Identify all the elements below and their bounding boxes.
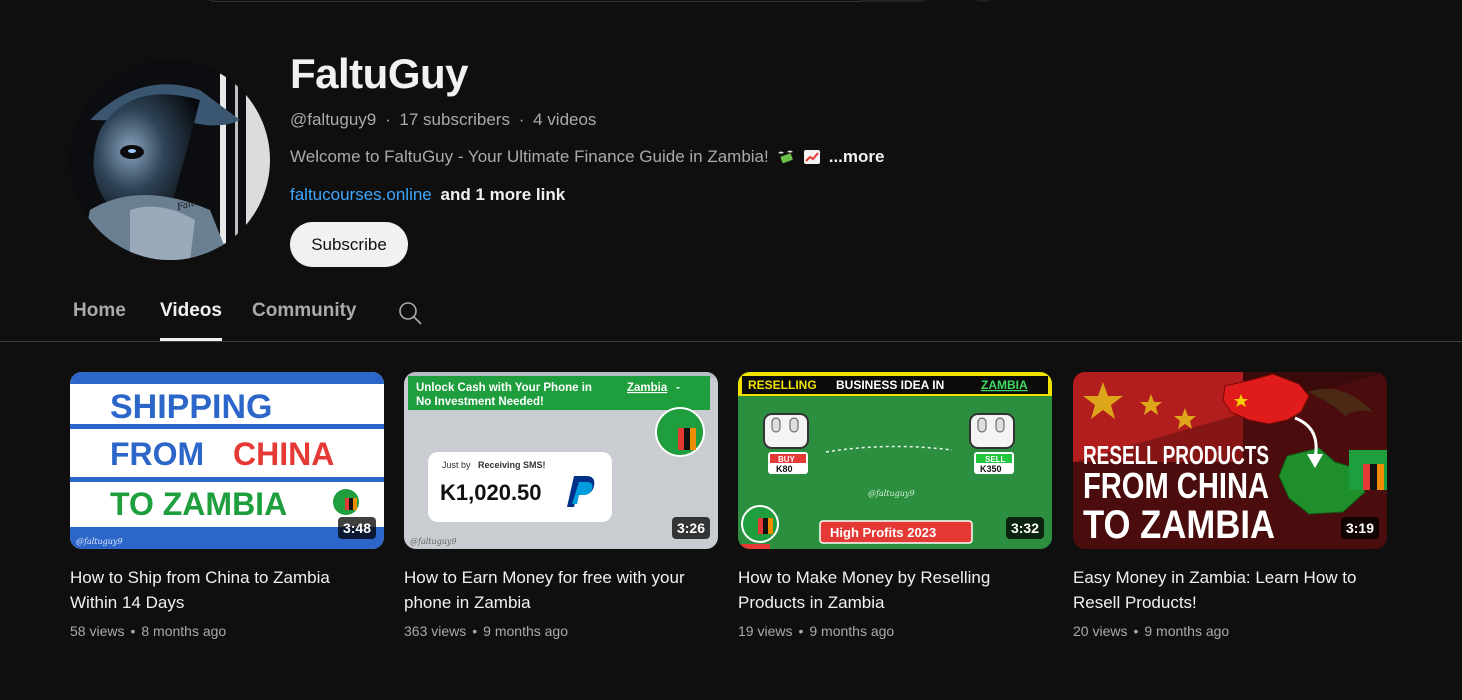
thumb-watermark: @faltuguy9: [868, 489, 915, 498]
search-icon[interactable]: [397, 300, 423, 326]
earbuds-icon: [969, 413, 1015, 449]
channel-handle: @faltuguy9: [290, 110, 377, 129]
thumb-text: -: [676, 382, 680, 394]
video-title[interactable]: How to Make Money by Reselling Products …: [738, 565, 1038, 615]
search-bar[interactable]: [200, 0, 935, 2]
thumb-text: BUSINESS IDEA IN: [836, 378, 944, 392]
video-title[interactable]: Easy Money in Zambia: Learn How to Resel…: [1073, 565, 1373, 615]
view-count: 20 views: [1073, 623, 1128, 639]
thumb-text: Receiving SMS!: [478, 460, 546, 470]
thumb-text: No Investment Needed!: [416, 396, 544, 408]
video-thumbnail[interactable]: RESELL PRODUCTS FROM CHINA TO ZAMBIA 3:1…: [1073, 372, 1387, 549]
video-duration: 3:32: [1005, 517, 1044, 539]
channel-tabs: Home Videos Community: [0, 290, 1462, 342]
view-count: 58 views: [70, 623, 125, 639]
thumb-text: Unlock Cash with Your Phone in: [416, 382, 592, 394]
thumb-text: FROM: [110, 436, 204, 472]
video-meta: 363 views • 9 months ago: [404, 623, 569, 639]
chart-increasing-icon: [803, 149, 821, 165]
video-duration: 3:26: [671, 517, 710, 539]
thumb-text: K80: [776, 464, 793, 474]
channel-description[interactable]: Welcome to FaltuGuy - Your Ultimate Fina…: [290, 147, 884, 167]
upload-age: 9 months ago: [809, 623, 895, 639]
channel-name: FaltuGuy: [290, 50, 469, 97]
channel-meta: @faltuguy9 · 17 subscribers · 4 videos: [290, 110, 596, 130]
description-text: Welcome to FaltuGuy - Your Ultimate Fina…: [290, 147, 769, 166]
thumb-text: TO ZAMBIA: [110, 486, 287, 522]
video-count: 4 videos: [533, 110, 597, 129]
thumb-text: FROM CHINA: [1083, 465, 1269, 506]
earbuds-icon: [763, 413, 809, 449]
video-thumbnail[interactable]: Unlock Cash with Your Phone in Zambia - …: [404, 372, 718, 549]
view-count: 19 views: [738, 623, 793, 639]
zambia-flag-icon: [1349, 450, 1387, 490]
tab-community[interactable]: Community: [252, 300, 357, 341]
upload-age: 8 months ago: [141, 623, 227, 639]
upload-age: 9 months ago: [483, 623, 569, 639]
video-title[interactable]: How to Ship from China to Zambia Within …: [70, 565, 370, 615]
channel-link[interactable]: faltucourses.online: [290, 185, 432, 204]
subscriber-count: 17 subscribers: [399, 110, 510, 129]
thumb-text: SELL: [985, 455, 1006, 464]
tab-home[interactable]: Home: [73, 300, 126, 341]
more-description-button[interactable]: ...more: [829, 147, 885, 167]
thumb-watermark: @faltuguy9: [76, 537, 123, 546]
thumb-text: Zambia: [627, 382, 668, 394]
video-duration: 3:19: [1340, 517, 1379, 539]
video-thumbnail[interactable]: SHIPPING FROM CHINA TO ZAMBIA @faltuguy9…: [70, 372, 384, 549]
video-title[interactable]: How to Earn Money for free with your pho…: [404, 565, 704, 615]
zambia-flag-icon: [655, 407, 705, 457]
view-count: 363 views: [404, 623, 467, 639]
meta-separator: ·: [385, 110, 391, 129]
thumb-text: K350: [980, 464, 1002, 474]
thumb-text: SHIPPING: [110, 388, 272, 426]
thumb-text: K1,020.50: [440, 480, 542, 505]
money-with-wings-icon: [777, 149, 795, 165]
video-meta: 20 views • 9 months ago: [1073, 623, 1230, 639]
meta-separator: ·: [518, 110, 525, 129]
tab-videos[interactable]: Videos: [160, 300, 222, 341]
upload-age: 9 months ago: [1144, 623, 1230, 639]
video-thumbnail[interactable]: RESELLING BUSINESS IDEA IN ZAMBIA BUY K8…: [738, 372, 1052, 549]
thumb-text: RESELLING: [748, 378, 817, 392]
thumb-text: High Profits 2023: [830, 525, 936, 540]
channel-avatar: FaltuGuy: [70, 60, 270, 260]
search-button[interactable]: [860, 0, 935, 2]
thumb-text: TO ZAMBIA: [1083, 503, 1275, 547]
zambia-flag-icon: [333, 489, 359, 515]
voice-search-button[interactable]: [968, 0, 998, 2]
more-links-button[interactable]: and 1 more link: [441, 185, 566, 204]
thumb-watermark: @faltuguy9: [410, 537, 457, 546]
thumb-text: Just by: [442, 460, 471, 470]
subscribe-button[interactable]: Subscribe: [290, 222, 408, 267]
thumb-text: BUY: [778, 455, 796, 464]
video-duration: 3:48: [337, 517, 376, 539]
channel-links: faltucourses.online and 1 more link: [290, 185, 565, 205]
thumb-text: ZAMBIA: [981, 378, 1028, 392]
zambia-flag-icon: [741, 505, 779, 543]
video-meta: 58 views • 8 months ago: [70, 623, 227, 639]
thumb-text: CHINA: [233, 436, 334, 472]
video-meta: 19 views • 9 months ago: [738, 623, 895, 639]
